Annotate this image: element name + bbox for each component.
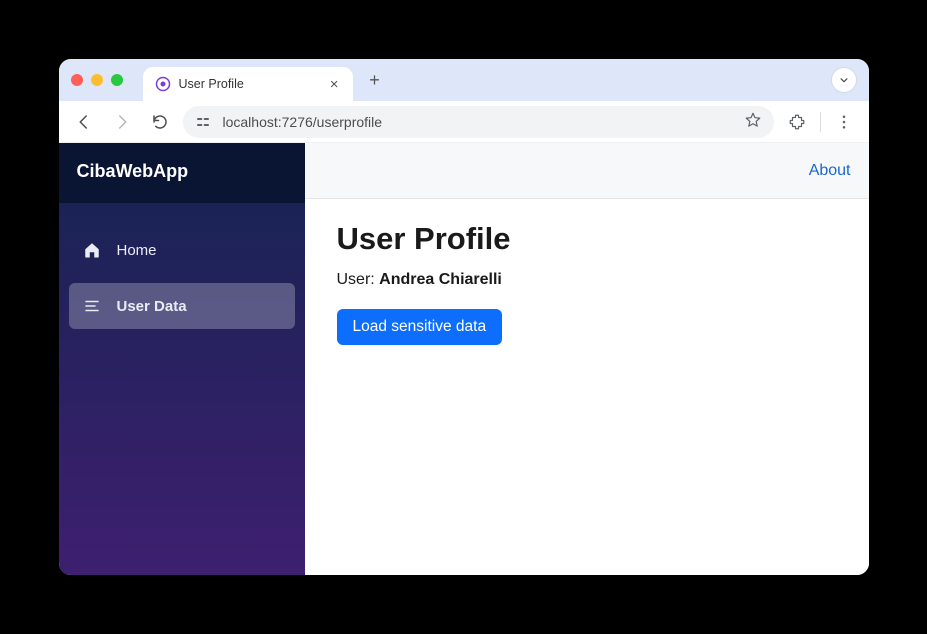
window-minimize-button[interactable] (91, 74, 103, 86)
home-icon (83, 241, 103, 259)
window-controls (71, 74, 123, 86)
tab-title: User Profile (179, 77, 320, 91)
user-prefix: User: (337, 271, 380, 288)
browser-tabbar: User Profile × + (59, 59, 869, 101)
about-link[interactable]: About (809, 162, 851, 180)
toolbar-separator (820, 112, 821, 132)
sidebar-item-label: Home (117, 242, 157, 259)
sidebar-item-home[interactable]: Home (69, 227, 295, 273)
blazor-favicon-icon (155, 76, 171, 92)
page-content: User Profile User: Andrea Chiarelli Load… (305, 199, 869, 367)
window-maximize-button[interactable] (111, 74, 123, 86)
load-sensitive-data-button[interactable]: Load sensitive data (337, 309, 503, 345)
topbar: About (305, 143, 869, 199)
bookmark-star-icon[interactable] (744, 111, 762, 132)
browser-tab[interactable]: User Profile × (143, 67, 353, 101)
user-name: Andrea Chiarelli (379, 271, 502, 288)
url-text: localhost:7276/userprofile (223, 114, 734, 130)
user-line: User: Andrea Chiarelli (337, 271, 837, 289)
page-title: User Profile (337, 221, 837, 257)
sidebar-nav: Home User Data (59, 199, 305, 329)
reload-button[interactable] (145, 107, 175, 137)
tab-close-icon[interactable]: × (328, 76, 341, 93)
main-area: About User Profile User: Andrea Chiarell… (305, 143, 869, 575)
sidebar-item-user-data[interactable]: User Data (69, 283, 295, 329)
window-close-button[interactable] (71, 74, 83, 86)
tabbar-chevron-button[interactable] (831, 67, 857, 93)
new-tab-button[interactable]: + (361, 66, 389, 94)
browser-toolbar: localhost:7276/userprofile (59, 101, 869, 143)
list-icon (83, 297, 103, 315)
forward-button[interactable] (107, 107, 137, 137)
sidebar-item-label: User Data (117, 298, 187, 315)
sidebar: CibaWebApp Home User Data (59, 143, 305, 575)
extensions-icon[interactable] (782, 107, 812, 137)
back-button[interactable] (69, 107, 99, 137)
site-settings-icon[interactable] (195, 114, 213, 130)
browser-window: User Profile × + localhost:7276/userprof… (59, 59, 869, 575)
brand-title: CibaWebApp (59, 143, 305, 199)
app-root: CibaWebApp Home User Data About (59, 143, 869, 575)
address-bar[interactable]: localhost:7276/userprofile (183, 106, 774, 138)
browser-menu-button[interactable] (829, 107, 859, 137)
